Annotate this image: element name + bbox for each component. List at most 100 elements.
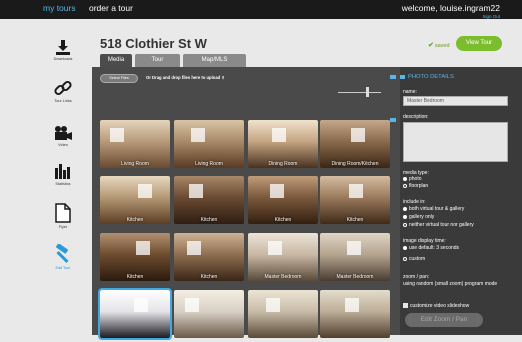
welcome-text: welcome, louise.ingram22	[401, 3, 500, 13]
photo-thumbnail[interactable]: Kitchen	[174, 176, 244, 228]
window-shape	[351, 128, 365, 142]
video-camera-icon	[55, 126, 72, 140]
window-shape	[185, 298, 199, 312]
window-shape	[349, 184, 363, 198]
photo-thumbnail[interactable]	[98, 288, 172, 342]
saved-indicator: ✔saved	[428, 41, 450, 49]
window-shape	[189, 184, 203, 198]
grid-view-icon[interactable]	[390, 75, 396, 79]
room-photo	[174, 290, 244, 338]
nav-order-tour[interactable]: order a tour	[89, 3, 133, 13]
thumbnail-caption: Kitchen	[200, 217, 218, 223]
window-shape	[345, 298, 359, 312]
photo-thumbnail[interactable]: Living Room	[100, 120, 170, 172]
radio-dot	[403, 222, 407, 227]
room-photo	[98, 288, 172, 340]
photo-thumbnail[interactable]: Kitchen	[248, 176, 318, 228]
photo-thumbnail[interactable]	[174, 290, 244, 342]
thumbnail-caption: Kitchen	[126, 274, 144, 280]
hammer-icon	[56, 244, 69, 264]
thumbnail-caption: Living Room	[195, 161, 223, 167]
sign-out-link[interactable]: Sign Out	[482, 14, 500, 19]
top-nav-bar: my tours order a tour welcome, louise.in…	[0, 0, 522, 19]
select-files-button[interactable]: Select Files	[100, 74, 138, 83]
room-photo	[248, 290, 318, 338]
customize-slideshow-checkbox[interactable]: customize video slideshow	[403, 303, 469, 309]
tab-map-mls[interactable]: Map/MLS	[183, 54, 246, 67]
photo-thumbnail[interactable]: Kitchen	[100, 176, 170, 228]
include-neither-radio[interactable]: neither virtual tour nor gallery	[403, 222, 474, 228]
photo-thumbnail[interactable]	[248, 290, 318, 342]
display-time-default-radio[interactable]: use default: 3 seconds	[403, 245, 459, 251]
upload-icon: ⇪	[221, 75, 225, 80]
radio-dot	[403, 183, 407, 188]
radio-dot	[403, 176, 407, 181]
page-title: 518 Clothier St W	[100, 36, 207, 51]
bar-chart-icon	[55, 164, 70, 179]
window-shape	[272, 128, 286, 142]
description-field[interactable]	[403, 122, 508, 162]
tab-media[interactable]: Media	[100, 54, 132, 67]
include-both-radio[interactable]: both virtual tour & gallery	[403, 206, 464, 212]
sidebar-item-label: Downloads	[53, 57, 73, 61]
nav-my-tours[interactable]: my tours	[43, 3, 76, 13]
photo-details-heading: PHOTO DETAILS	[408, 74, 454, 80]
window-shape	[187, 241, 201, 255]
include-label: include in:	[403, 199, 426, 205]
thumbnail-caption: Kitchen	[346, 217, 364, 223]
check-icon: ✔	[428, 42, 434, 49]
document-icon	[55, 203, 71, 223]
sidebar-item-downloads[interactable]: Downloads	[38, 39, 88, 61]
zoom-mode-text: using random (small zoom) program mode	[403, 281, 498, 287]
window-shape	[270, 184, 284, 198]
window-shape	[347, 241, 361, 255]
window-shape	[134, 298, 148, 312]
window-shape	[268, 241, 282, 255]
thumbnail-caption: Kitchen	[200, 274, 218, 280]
sidebar-item-edit-tour[interactable]: Edit Tour	[38, 244, 88, 270]
checkbox-box	[403, 303, 408, 309]
sidebar-item-label: Statistics	[55, 182, 71, 186]
list-view-icon[interactable]	[390, 118, 396, 122]
link-icon	[54, 80, 72, 96]
drop-zone-text[interactable]: Or Drag and drop files here to upload ⇪	[146, 75, 225, 80]
drop-zone-label: Or Drag and drop files here to upload	[146, 75, 221, 80]
sidebar-item-video[interactable]: Video	[38, 125, 88, 147]
sidebar-item-flyer[interactable]: Flyer	[38, 203, 88, 229]
photo-thumbnail[interactable]: Master Bedroom	[248, 233, 318, 285]
photo-thumbnail[interactable]	[320, 290, 390, 342]
radio-dot	[403, 245, 407, 250]
photo-thumbnail[interactable]: Kitchen	[320, 176, 390, 228]
photo-thumbnail[interactable]: Living Room	[174, 120, 244, 172]
tab-tour[interactable]: Tour	[135, 54, 180, 67]
photo-thumbnail[interactable]: Kitchen	[174, 233, 244, 285]
media-type-photo-radio[interactable]: photo	[403, 176, 422, 182]
name-field[interactable]: Master Bedroom	[403, 96, 508, 106]
slider-handle[interactable]	[366, 87, 369, 97]
thumbnail-size-slider[interactable]	[338, 92, 381, 93]
window-shape	[191, 128, 205, 142]
saved-text: saved	[434, 43, 450, 49]
edit-zoom-pan-button[interactable]: Edit Zoom / Pan	[405, 313, 483, 327]
radio-label: photo	[409, 176, 422, 182]
sidebar-item-tour-links[interactable]: Tour Links	[38, 79, 88, 103]
media-type-floorplan-radio[interactable]: floorplan	[403, 183, 428, 189]
photo-thumbnail[interactable]: Master Bedroom	[320, 233, 390, 285]
photo-thumbnail[interactable]: Dining Room	[248, 120, 318, 172]
thumbnail-caption: Dining Room/Kitchen	[331, 161, 379, 167]
window-shape	[136, 241, 150, 255]
photo-thumbnail[interactable]: Kitchen	[100, 233, 170, 285]
sidebar-item-statistics[interactable]: Statistics	[38, 162, 88, 186]
room-photo	[320, 290, 390, 338]
details-icon	[400, 75, 405, 79]
download-icon	[56, 40, 70, 55]
display-time-custom-radio[interactable]: custom	[403, 256, 425, 262]
view-tour-button[interactable]: View Tour	[456, 36, 502, 51]
thumbnail-caption: Living Room	[121, 161, 149, 167]
checkbox-label: customize video slideshow	[410, 303, 470, 309]
radio-label: gallery only	[409, 214, 435, 220]
photo-thumbnail[interactable]: Dining Room/Kitchen	[320, 120, 390, 172]
include-gallery-radio[interactable]: gallery only	[403, 214, 434, 220]
radio-label: custom	[409, 256, 426, 262]
display-time-label: image display time:	[403, 238, 446, 244]
